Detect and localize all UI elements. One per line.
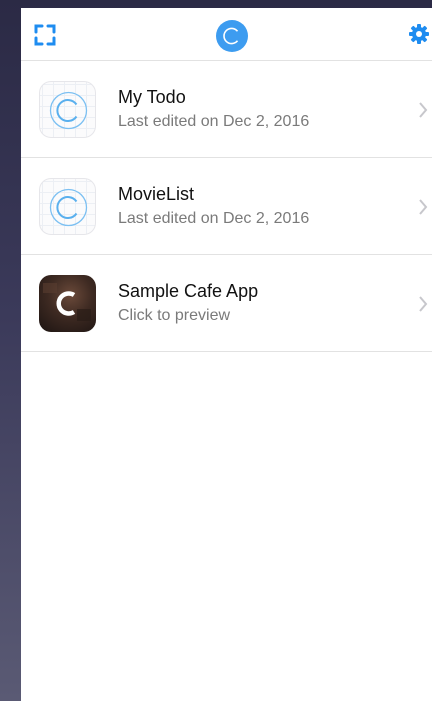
- cafe-c-icon: [39, 275, 96, 332]
- app-subtitle: Last edited on Dec 2, 2016: [118, 113, 310, 130]
- chevron-right-icon: [418, 295, 428, 313]
- blueprint-c-icon: [39, 81, 96, 138]
- app-list: My Todo Last edited on Dec 2, 2016 Movie…: [21, 61, 432, 352]
- app-list-screen: My Todo Last edited on Dec 2, 2016 Movie…: [21, 8, 432, 701]
- app-title: My Todo: [118, 87, 186, 107]
- chevron-right-icon: [418, 101, 428, 119]
- chevron-right-icon: [418, 198, 428, 216]
- blueprint-c-icon: [39, 178, 96, 235]
- app-title: Sample Cafe App: [118, 281, 259, 301]
- list-item-sample-cafe-app[interactable]: Sample Cafe App Click to preview: [21, 255, 432, 352]
- app-subtitle: Click to preview: [118, 307, 231, 324]
- scan-frame-icon[interactable]: [34, 24, 56, 46]
- top-bar: [21, 8, 432, 61]
- list-item-movielist[interactable]: MovieList Last edited on Dec 2, 2016: [21, 158, 432, 255]
- app-logo-icon[interactable]: [216, 20, 248, 52]
- app-subtitle: Last edited on Dec 2, 2016: [118, 210, 310, 227]
- list-item-my-todo[interactable]: My Todo Last edited on Dec 2, 2016: [21, 61, 432, 158]
- gear-icon[interactable]: [408, 23, 430, 45]
- app-title: MovieList: [118, 184, 195, 204]
